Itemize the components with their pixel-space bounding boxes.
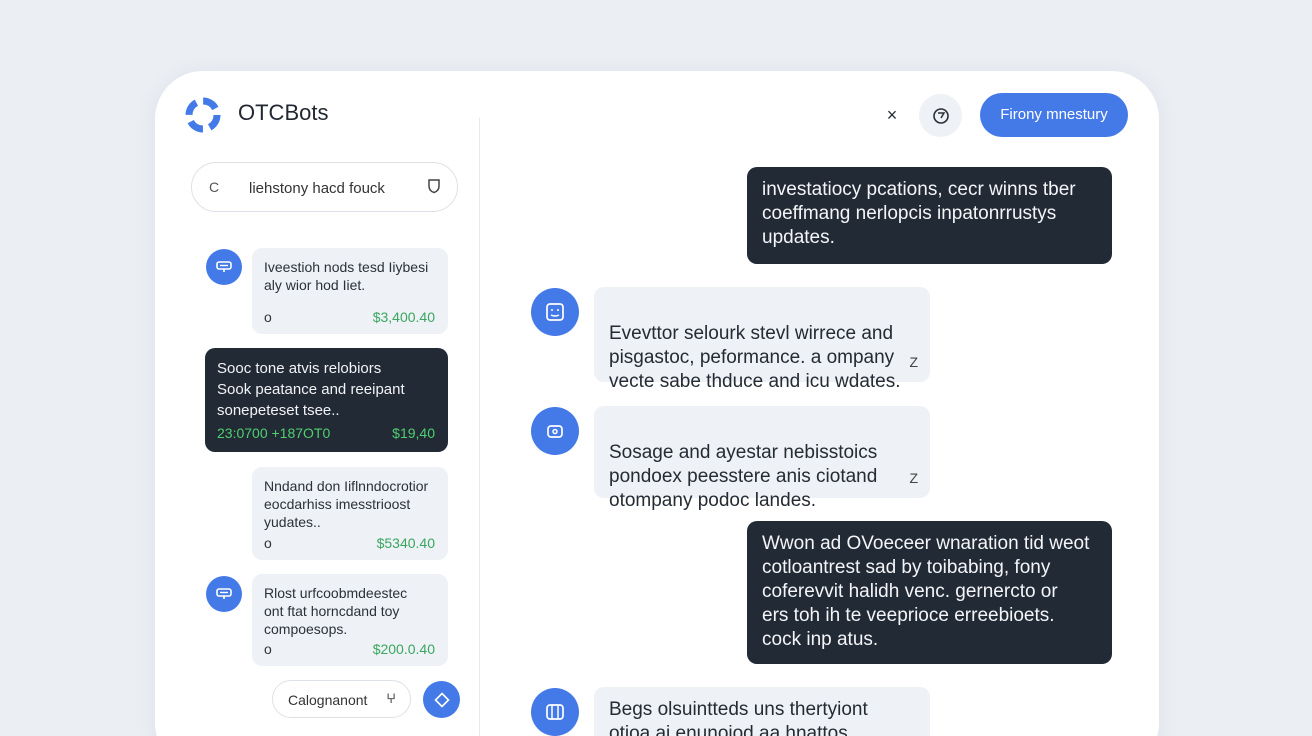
settings-button[interactable] bbox=[919, 94, 962, 137]
list-item-amount: $19,40 bbox=[392, 425, 435, 441]
list-item-text: Iveestioh nods tesd Iiybesi aly wior hod… bbox=[264, 259, 429, 293]
list-item-text: Nndand don Iiflnndocrotior eocdarhiss im… bbox=[264, 478, 429, 530]
bot-avatar-icon bbox=[531, 688, 579, 736]
bot-avatar-icon[interactable] bbox=[206, 249, 242, 285]
list-item-dot: o bbox=[264, 309, 272, 325]
message-mark: Z bbox=[909, 354, 918, 370]
app-brand: OTCBots bbox=[238, 100, 329, 125]
message-incoming: Evevttor selourk stevl wirrece and pisga… bbox=[594, 287, 930, 392]
list-item-selected[interactable]: Sooc tone atvis relobiors Sook peatance … bbox=[205, 348, 448, 452]
diamond-icon bbox=[433, 691, 450, 708]
search-text[interactable]: liehstony hacd fouck bbox=[249, 180, 385, 197]
list-item-amount: $3,400.40 bbox=[372, 309, 435, 325]
clock-icon bbox=[932, 107, 949, 124]
list-item-dot: o bbox=[264, 535, 272, 551]
list-item-amount: $5340.40 bbox=[376, 535, 435, 551]
list-item-text: Sooc tone atvis relobiors Sook peatance … bbox=[217, 360, 405, 419]
message-incoming: Sosage and ayestar nebisstoics pondoex p… bbox=[594, 406, 930, 511]
search-box[interactable]: C liehstony hacd fouck bbox=[191, 162, 458, 212]
list-item-dot: o bbox=[264, 641, 272, 657]
diamond-button[interactable] bbox=[423, 681, 460, 718]
message-text: Evevttor selourk stevl wirrece and pisga… bbox=[609, 323, 901, 392]
search-left-icon: C bbox=[209, 179, 220, 195]
bolt-icon: ⵖ bbox=[386, 691, 396, 706]
message-outgoing: Wwon ad OVoeceer wnaration tid weot cotl… bbox=[747, 521, 1112, 664]
close-icon[interactable]: × bbox=[882, 104, 902, 126]
list-item-text: Rlost urfcoobmdeestec ont ftat horncdand… bbox=[264, 585, 408, 637]
primary-action-button[interactable]: Firony mnestury bbox=[980, 93, 1128, 137]
list-item-meta: 23:0700 +187OT0 bbox=[217, 425, 331, 441]
shield-icon[interactable] bbox=[427, 178, 441, 194]
list-item[interactable]: Rlost urfcoobmdeestec ont ftat horncdand… bbox=[252, 574, 448, 666]
logo-icon bbox=[185, 97, 221, 133]
message-outgoing: investatiocy pcations, cecr winns tber c… bbox=[747, 167, 1112, 264]
category-input[interactable]: Calognanont ⵖ bbox=[272, 680, 411, 718]
panel-divider bbox=[479, 118, 480, 736]
message-mark: Z bbox=[909, 470, 918, 486]
bot-avatar-icon bbox=[531, 288, 579, 336]
list-item[interactable]: Nndand don Iiflnndocrotior eocdarhiss im… bbox=[252, 467, 448, 560]
list-item[interactable]: Iveestioh nods tesd Iiybesi aly wior hod… bbox=[252, 248, 448, 334]
category-input-text: Calognanont bbox=[288, 692, 368, 708]
list-item-amount: $200.0.40 bbox=[372, 641, 435, 657]
bot-avatar-icon[interactable] bbox=[206, 576, 242, 612]
bot-avatar-icon bbox=[531, 407, 579, 455]
message-incoming: Begs olsuintteds uns thertyiont otioa ai… bbox=[594, 687, 930, 736]
